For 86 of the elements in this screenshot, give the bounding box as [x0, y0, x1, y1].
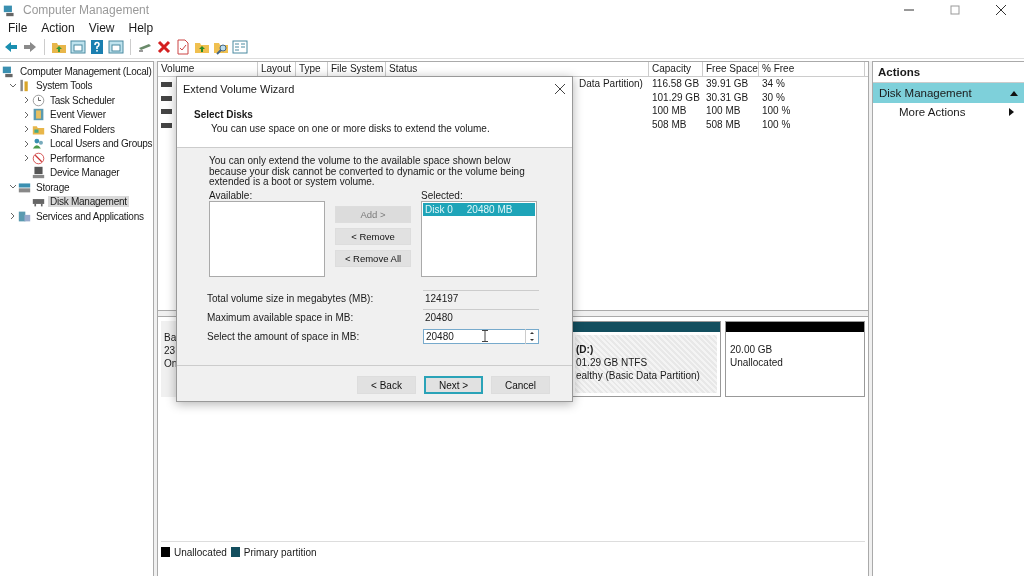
space-spin-field[interactable]: 20480 [423, 328, 539, 344]
forward-icon[interactable] [22, 39, 38, 55]
partition-text: 01.29 GB NTFS [576, 356, 648, 369]
section-title: Disk Management [879, 87, 972, 99]
tools-icon [18, 79, 31, 93]
action-item[interactable]: More Actions [873, 103, 1024, 121]
disk-name: Disk 0 [425, 203, 453, 215]
menu-item[interactable]: View [88, 21, 115, 35]
menu-item[interactable]: File [8, 21, 28, 35]
tree-item[interactable]: Device Manager [48, 167, 122, 179]
dialog-heading: Select Disks [194, 109, 254, 120]
disk-label-text: Ba [164, 331, 177, 344]
dialog-subheading: You can use space on one or more disks to extend the volume. [211, 123, 491, 134]
readonly-field: 20480 [423, 308, 539, 326]
table-cell: 30.31 GB [706, 91, 749, 103]
dialog-button[interactable]: < Back [357, 376, 416, 394]
table-cell: 100 MB [652, 105, 687, 117]
table-cell: 100 % [762, 118, 791, 130]
submenu-arrow-icon [1009, 108, 1014, 116]
table-cell: 508 MB [706, 118, 741, 130]
back-icon[interactable] [3, 39, 19, 55]
close-icon[interactable] [554, 83, 566, 95]
tree-item[interactable]: Performance [48, 152, 107, 164]
table-cell: 101.29 GB [652, 91, 700, 103]
list-move-button[interactable]: < Remove [335, 227, 411, 245]
menu-item[interactable]: Action [41, 21, 75, 35]
partition-block[interactable]: (D:) 01.29 GB NTFS ealthy (Basic Data Partition) [571, 321, 721, 397]
partition-text: 20.00 GB [730, 343, 773, 356]
unallocated-block[interactable]: 20.00 GB Unallocated [725, 321, 865, 397]
services-icon [18, 209, 31, 223]
tree-item[interactable]: System Tools [34, 80, 95, 92]
window-title: Computer Management [23, 3, 150, 17]
dialog-button[interactable]: Next > [424, 376, 483, 394]
dialog-button[interactable]: Cancel [491, 376, 550, 394]
menu-item[interactable]: Help [128, 21, 154, 35]
document-icon[interactable] [175, 39, 191, 55]
table-cell: 34 % [762, 78, 785, 90]
delete-icon[interactable] [156, 39, 172, 55]
help-icon[interactable] [89, 39, 105, 55]
table-cell: 508 MB [652, 118, 687, 130]
tree-item[interactable]: Storage [34, 181, 72, 193]
disk-label-text: 23 [164, 344, 176, 357]
column-header[interactable]: Capacity [649, 62, 703, 76]
partition-text: Unallocated [730, 356, 783, 369]
computer-icon [2, 64, 15, 78]
field-label: Total volume size in megabytes (MB): [207, 292, 375, 304]
table-cell: 100 MB [706, 105, 741, 117]
tree-item[interactable]: Disk Management [48, 196, 129, 208]
column-header[interactable]: % Free [759, 62, 865, 76]
field-label: Maximum available space in MB: [207, 311, 355, 323]
device-icon [32, 166, 45, 180]
tree-item[interactable]: Event Viewer [48, 109, 108, 121]
collapse-arrow-icon[interactable] [1010, 90, 1018, 96]
table-cell: 30 % [762, 91, 785, 103]
storage-icon [18, 180, 31, 194]
tree-item[interactable]: Computer Management (Local) [18, 65, 154, 77]
console-icon[interactable] [70, 39, 86, 55]
tree-item[interactable]: Task Scheduler [48, 94, 117, 106]
legend-label: Primary partition [243, 546, 317, 558]
list-label: Available: [209, 189, 254, 201]
clock-icon [32, 93, 45, 107]
legend-label: Unallocated [174, 546, 227, 558]
partition-text: (D:) [576, 343, 594, 356]
tree-item[interactable]: Services and Applications [34, 210, 146, 222]
list-move-button[interactable]: < Remove All [335, 249, 411, 267]
table-cell: 39.91 GB [706, 78, 749, 90]
available-disks-list[interactable] [209, 200, 325, 277]
info-text: You can only extend the volume to the available space shown below because your disk cannot be converted to dynamic or the volume being extended is a boot or system volume. [209, 156, 526, 188]
tree-item[interactable]: Shared Folders [48, 123, 117, 135]
field-label: Select the amount of space in MB: [207, 330, 361, 342]
readonly-field: 124197 [423, 289, 539, 307]
list-label: Selected: [421, 189, 464, 201]
disk-size: 20480 MB [466, 203, 513, 215]
table-cell: 116.58 GB [652, 78, 700, 90]
tree-item[interactable]: Local Users and Groups [48, 138, 155, 150]
console-icon[interactable] [108, 39, 124, 55]
users-icon [32, 137, 45, 151]
column-header[interactable]: Free Space [703, 62, 759, 76]
app-icon [3, 3, 16, 17]
actions-section[interactable]: Disk Management [873, 83, 1024, 103]
viewer-icon [32, 108, 45, 122]
dialog-title: Extend Volume Wizard [183, 83, 295, 95]
partition-text: ealthy (Basic Data Partition) [576, 369, 700, 382]
table-cell: Data Partition) [579, 78, 643, 90]
text-cursor-icon [481, 330, 489, 342]
table-cell: 100 % [762, 105, 791, 117]
